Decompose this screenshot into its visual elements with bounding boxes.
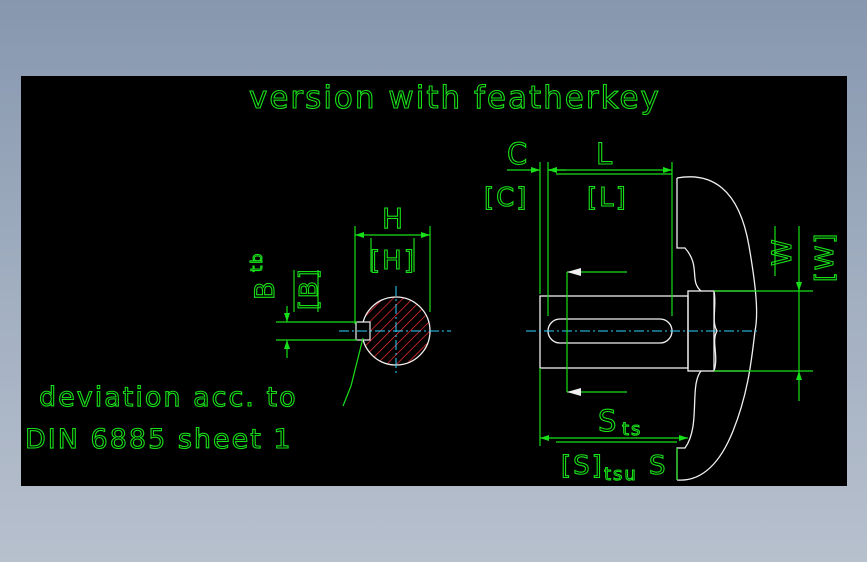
dim-H-label: H xyxy=(382,202,405,235)
note-line-1: deviation acc. to xyxy=(39,382,298,413)
dim-L-bracket-label: [L] xyxy=(587,183,628,213)
note-leader xyxy=(342,337,364,407)
dim-S-plain-label: S xyxy=(649,451,668,481)
dim-S-bracket-label: [S] xyxy=(561,451,604,481)
cad-drawing: version with featherkey H [H] B tb [B] d… xyxy=(24,79,839,485)
dim-C-bracket-label: [C] xyxy=(484,183,528,213)
drawing-title: version with featherkey xyxy=(249,80,661,116)
note-line-2: DIN 6885 sheet 1 xyxy=(25,424,293,455)
dim-W-label: W xyxy=(767,237,798,266)
dimension-W xyxy=(714,226,813,401)
dim-S-subscript: ts xyxy=(622,419,642,440)
dim-S-bracket-subscript: tsu xyxy=(604,464,638,485)
dim-L-label: L xyxy=(596,137,614,171)
dim-H-bracket-label: [H] xyxy=(370,246,416,276)
dim-S-label: S xyxy=(598,404,618,438)
dim-C-label: C xyxy=(507,137,529,171)
dimension-B xyxy=(276,306,357,358)
dim-B-bracket-label: [B] xyxy=(294,267,323,310)
dim-W-bracket-label: [W] xyxy=(810,232,839,282)
cad-drawing-canvas[interactable]: version with featherkey H [H] B tb [B] d… xyxy=(21,76,847,486)
shaft-section xyxy=(339,286,451,376)
dim-B-label: B xyxy=(250,279,281,300)
dim-B-subscript: tb xyxy=(247,252,266,272)
